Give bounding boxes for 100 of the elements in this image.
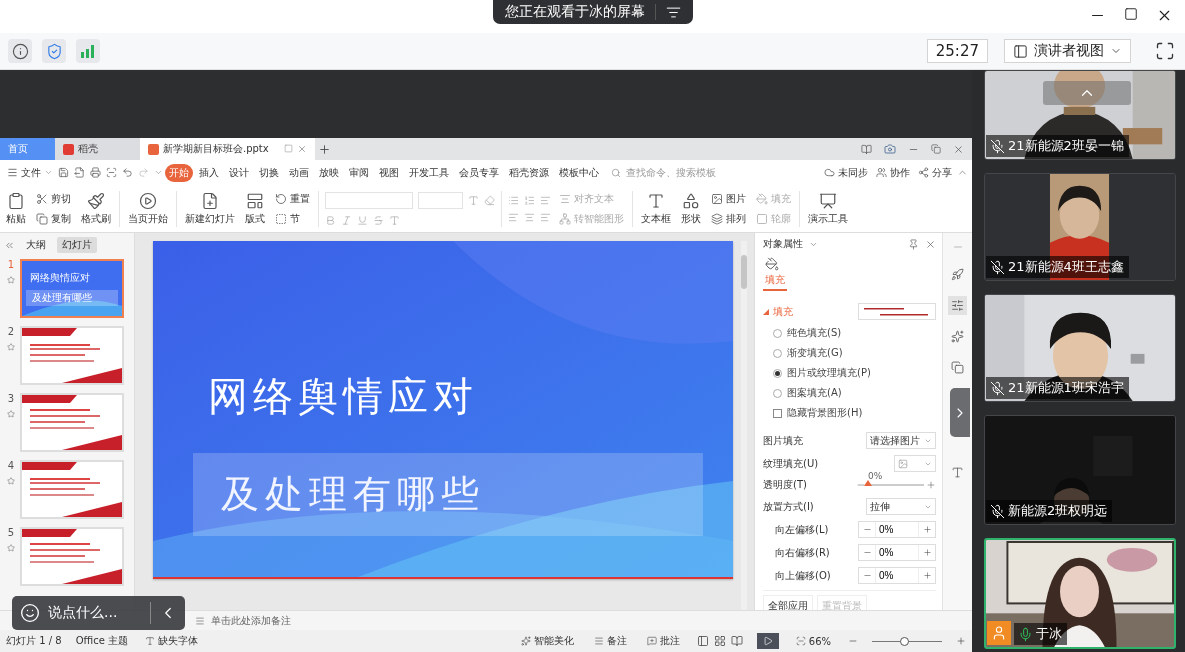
play-from-current-button[interactable]: 当页开始: [126, 191, 170, 226]
text-box-button[interactable]: 文本框: [639, 191, 673, 226]
numbering-icon[interactable]: [524, 194, 535, 206]
format-painter-button[interactable]: 格式刷: [79, 191, 113, 226]
zoom-thumb[interactable]: [899, 636, 909, 646]
slider-thumb[interactable]: [864, 480, 872, 486]
radio-button[interactable]: [773, 368, 782, 378]
font-name-field[interactable]: [325, 191, 413, 209]
pane-button[interactable]: 全部应用: [763, 595, 813, 610]
arrange-button[interactable]: 排列: [709, 211, 748, 226]
justify-icon[interactable]: [540, 211, 551, 223]
fill-option[interactable]: 图片或纹理填充(P): [763, 366, 936, 380]
normal-view-icon[interactable]: [696, 635, 709, 647]
section-button[interactable]: 节: [273, 211, 312, 226]
export-icon[interactable]: [74, 167, 85, 178]
ribbon-tab[interactable]: 会员专享: [455, 163, 503, 182]
preview-icon[interactable]: [106, 167, 117, 178]
save-icon[interactable]: [58, 167, 69, 178]
shape-button[interactable]: 形状: [679, 191, 703, 226]
bullets-icon[interactable]: [508, 194, 519, 206]
pin-icon[interactable]: [908, 238, 919, 250]
bold-icon[interactable]: [325, 214, 336, 226]
ribbon-tab[interactable]: 设计: [225, 163, 253, 182]
offset-spinner[interactable]: 0%: [858, 567, 936, 584]
ribbon-tab[interactable]: 开发工具: [405, 163, 453, 182]
copy-style-button[interactable]: [948, 358, 967, 377]
ribbon-tab[interactable]: 视图: [375, 163, 403, 182]
caret-icon[interactable]: [154, 168, 163, 177]
shield-button[interactable]: [42, 39, 66, 63]
file-menu[interactable]: 文件: [4, 165, 56, 180]
panel-tab[interactable]: 大纲: [21, 237, 51, 253]
notes-button[interactable]: 备注: [590, 634, 630, 648]
search-field[interactable]: 查找命令、搜索模板: [611, 166, 728, 179]
collaborate-button[interactable]: 协作: [873, 165, 913, 180]
indent-icon[interactable]: [540, 194, 551, 206]
grid-view-icon[interactable]: [713, 635, 726, 647]
radio-button[interactable]: [773, 388, 782, 398]
new-slide-button[interactable]: 新建幻灯片: [183, 191, 237, 226]
document-tab[interactable]: 新学期新目标班会.pptx: [140, 138, 315, 160]
missing-fonts-button[interactable]: 缺失字体: [142, 634, 201, 648]
effects-button[interactable]: [948, 327, 967, 346]
ribbon-tab[interactable]: 放映: [315, 163, 343, 182]
cut-button[interactable]: 剪切: [34, 191, 73, 206]
zoom-button[interactable]: 66%: [792, 635, 834, 647]
presenter-view-button[interactable]: 演讲者视图: [1004, 39, 1131, 63]
radio-button[interactable]: [773, 348, 782, 358]
offset-spinner[interactable]: 0%: [858, 544, 936, 561]
hide-background-option[interactable]: 隐藏背景图形(H): [763, 406, 936, 420]
italic-icon[interactable]: [341, 214, 352, 226]
align-center-icon[interactable]: [524, 211, 535, 223]
font-size-field[interactable]: [418, 191, 463, 209]
fill-option[interactable]: 渐变填充(G): [763, 346, 936, 360]
align-left-icon[interactable]: [508, 211, 519, 223]
ribbon-tab[interactable]: 切换: [255, 163, 283, 182]
ribbon-tab[interactable]: 审阅: [345, 163, 373, 182]
undo-icon[interactable]: [122, 167, 133, 178]
checkbox[interactable]: [773, 408, 782, 418]
slideshow-button[interactable]: [756, 633, 779, 649]
property-tab[interactable]: 填充: [763, 257, 787, 291]
picture-select[interactable]: 请选择图片: [866, 432, 936, 449]
copy-button[interactable]: 复制: [34, 211, 73, 226]
increase-icon[interactable]: [926, 480, 936, 490]
zoom-in-icon[interactable]: [956, 636, 966, 646]
properties-button[interactable]: [948, 296, 967, 315]
radio-button[interactable]: [773, 328, 782, 338]
slide-thumbnail[interactable]: 网络舆情应对 及处理有哪些: [20, 259, 124, 318]
ribbon-tab[interactable]: 插入: [195, 163, 223, 182]
placement-select[interactable]: 拉伸: [866, 498, 936, 515]
layout-button[interactable]: 版式: [243, 191, 267, 226]
reading-view-icon[interactable]: [730, 635, 743, 647]
document-tab[interactable]: 稻壳: [55, 138, 140, 160]
maximize-icon[interactable]: [1124, 7, 1138, 21]
scrollbar[interactable]: [741, 241, 747, 610]
picture-button[interactable]: 图片: [709, 191, 748, 206]
ribbon-tab[interactable]: 稻壳资源: [505, 163, 553, 182]
share-button[interactable]: 分享: [915, 165, 955, 180]
fill-option[interactable]: 纯色填充(S): [763, 326, 936, 340]
reset-button[interactable]: 重置: [273, 191, 312, 206]
strikethrough-icon[interactable]: [373, 214, 384, 226]
ribbon-tab[interactable]: 动画: [285, 163, 313, 182]
menu-icon[interactable]: [665, 4, 681, 20]
offset-spinner[interactable]: 0%: [858, 521, 936, 538]
print-icon[interactable]: [90, 167, 101, 178]
restore-icon[interactable]: [931, 144, 941, 154]
fill-dropdown[interactable]: [858, 303, 936, 320]
ribbon-tab[interactable]: 模板中心: [555, 163, 603, 182]
notes-field[interactable]: 单击此处添加备注: [209, 614, 409, 627]
paste-button[interactable]: 粘贴: [4, 191, 28, 226]
sync-button[interactable]: 未同步: [821, 165, 871, 180]
clear-format-icon[interactable]: [484, 194, 495, 206]
texture-select[interactable]: [894, 455, 936, 472]
fill-option[interactable]: 图案填充(A): [763, 386, 936, 400]
comments-button[interactable]: 批注: [643, 634, 683, 648]
panel-tab[interactable]: 幻灯片: [57, 237, 97, 253]
book-icon[interactable]: [861, 143, 872, 155]
beautify-button[interactable]: 智能美化: [517, 634, 577, 648]
next-button[interactable]: [950, 388, 970, 437]
close-tab-icon[interactable]: [297, 144, 307, 154]
info-button[interactable]: [8, 39, 32, 63]
presentation-tools-button[interactable]: 演示工具: [806, 191, 850, 226]
